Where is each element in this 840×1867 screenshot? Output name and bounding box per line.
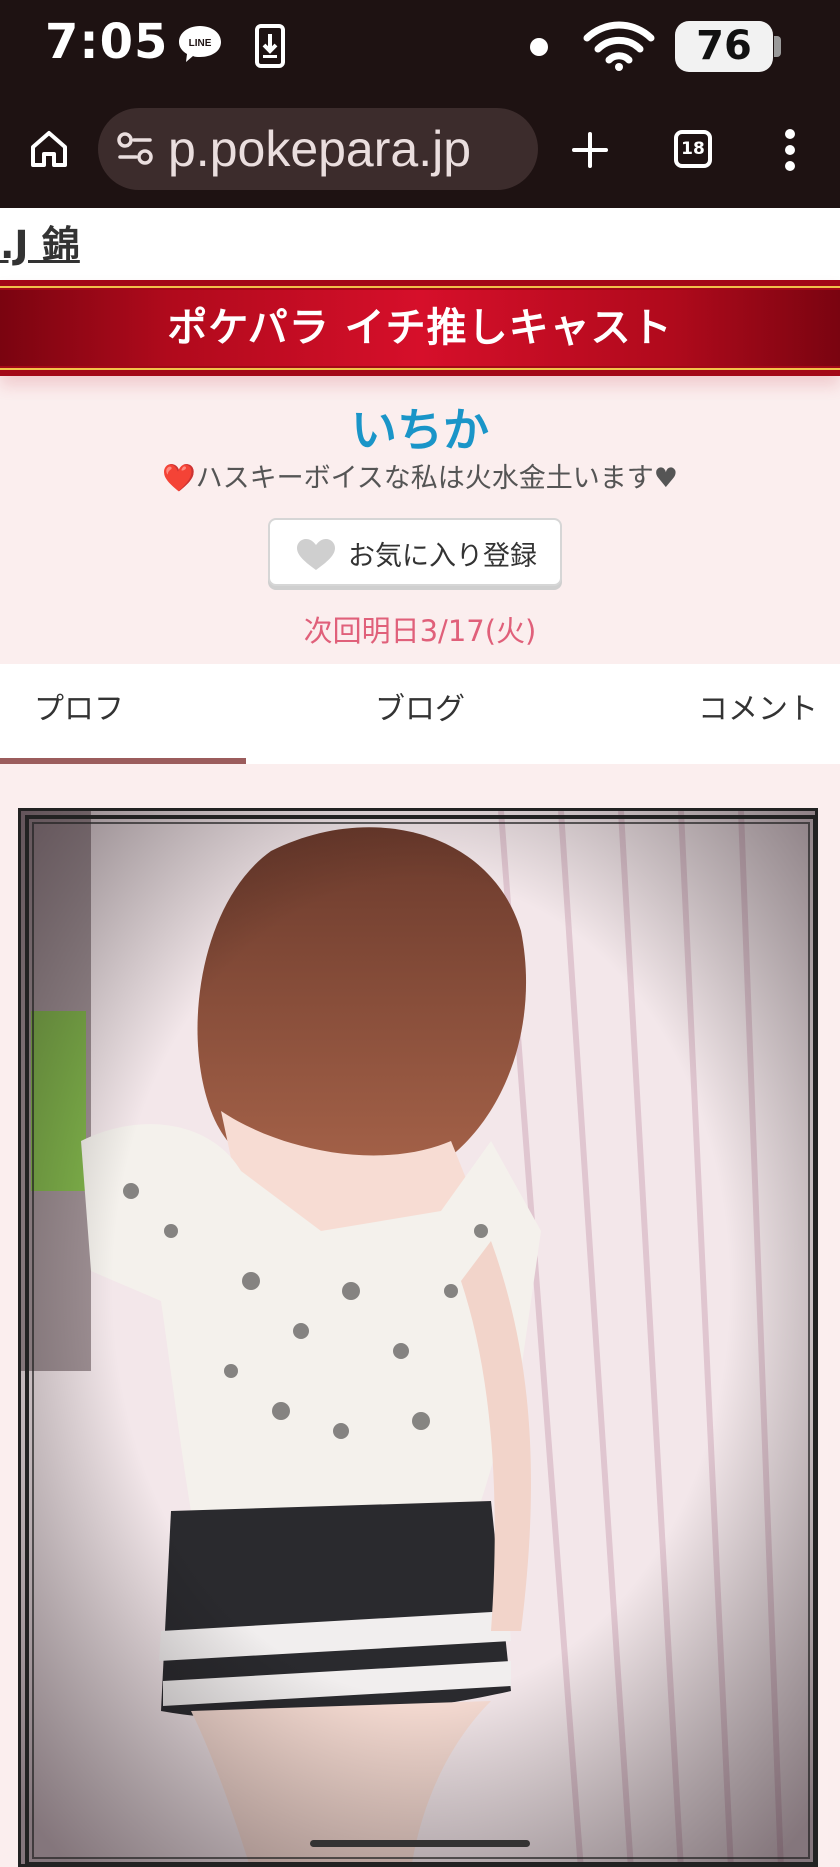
battery-indicator: 76 [675,21,781,72]
new-tab-icon[interactable] [570,130,610,170]
battery-level: 76 [696,23,752,69]
cast-photo[interactable] [18,808,818,1867]
cast-photo-image [21,811,815,1864]
status-bar: 7:05 LINE 76 [0,0,840,90]
browser-toolbar: p.pokepara.jp 18 [0,90,840,208]
tab-blog[interactable]: ブログ [375,664,465,756]
tab-profile[interactable]: プロフ [34,664,124,756]
download-icon [255,24,285,68]
heart-icon [297,539,335,570]
active-tab-indicator [0,758,246,764]
cast-name: いちか [351,403,489,457]
banner: ポケパラ イチ推しキャスト [0,280,840,376]
tab-switcher-button[interactable]: 18 [674,130,712,168]
home-indicator[interactable] [310,1840,530,1847]
wifi-icon [583,21,655,71]
shop-header: .J 錦 [0,208,840,280]
line-icon: LINE [179,26,221,62]
more-menu-icon[interactable] [784,128,796,172]
address-bar[interactable]: p.pokepara.jp [98,108,538,190]
site-settings-icon[interactable] [116,130,156,168]
banner-title: ポケパラ イチ推しキャスト [167,305,673,351]
notification-dot-icon [530,38,548,56]
profile-tabs: プロフ ブログ コメント [0,664,840,764]
cast-catch-copy: ❤️ハスキーボイスな私は火水金土います♥ [161,463,678,494]
tab-comment[interactable]: コメント [698,664,818,756]
next-schedule: 次回明日3/17(火) [303,614,537,648]
favorite-button-label: お気に入り登録 [348,541,537,572]
home-icon[interactable] [28,128,70,170]
web-page: .J 錦 ポケパラ イチ推しキャスト いちか ❤️ハスキーボイスな私は火水金土い… [0,208,840,1867]
favorite-button[interactable]: お気に入り登録 [268,518,562,586]
status-time: 7:05 [45,14,169,70]
svg-text:LINE: LINE [189,38,212,49]
shop-name-link[interactable]: .J 錦 [0,214,80,269]
url-text: p.pokepara.jp [168,121,472,177]
